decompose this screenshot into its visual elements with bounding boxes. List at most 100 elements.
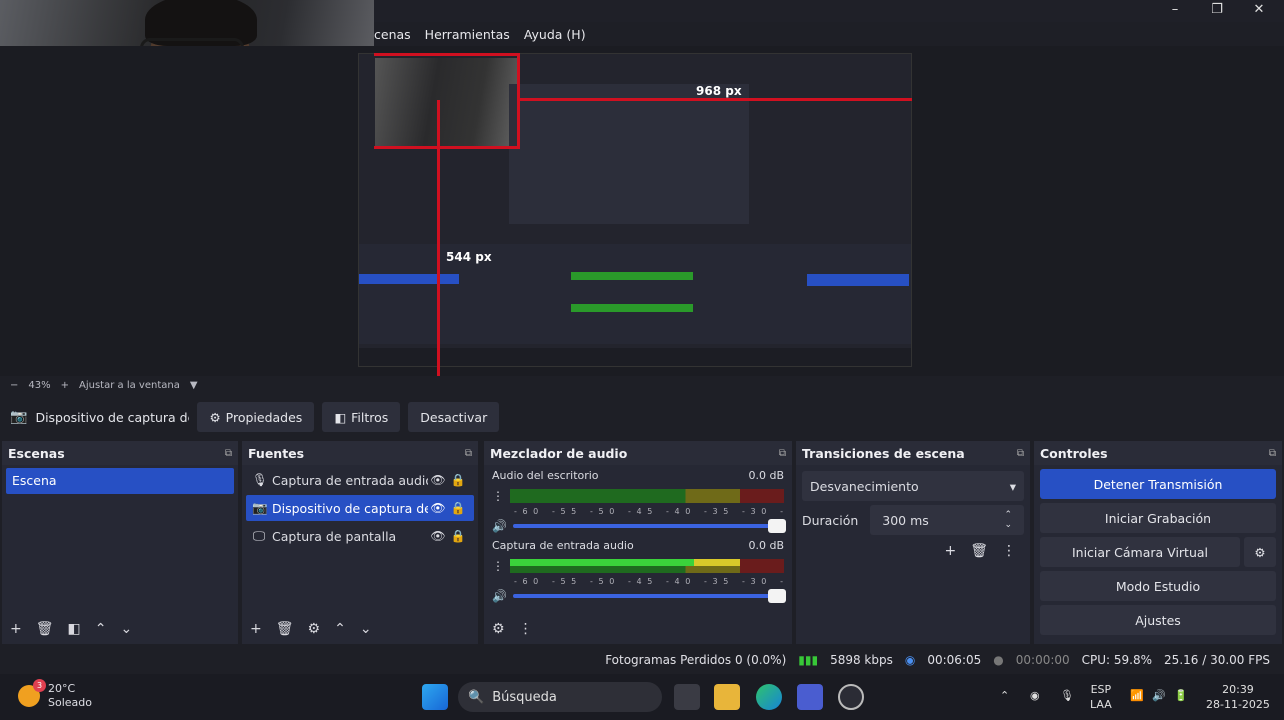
studio-mode-button[interactable]: Modo Estudio: [1040, 571, 1276, 601]
battery-icon[interactable]: 🔋: [1174, 688, 1188, 703]
weather-widget[interactable]: 3 20°C Soleado: [18, 679, 92, 710]
menu-bar: cenas Herramientas Ayuda (H): [374, 22, 586, 46]
menu-help[interactable]: Ayuda (H): [524, 27, 586, 42]
zoom-in-button[interactable]: +: [61, 380, 69, 391]
speaker-icon[interactable]: 🔊: [492, 589, 507, 603]
controls-dock: Controles ⧉ Detener Transmisión Iniciar …: [1034, 441, 1282, 644]
stop-stream-button[interactable]: Detener Transmisión: [1040, 469, 1276, 499]
gear-icon[interactable]: ⚙: [308, 621, 321, 637]
date: 28-11-2025: [1206, 698, 1270, 711]
undock-icon[interactable]: ⧉: [225, 448, 232, 459]
lock-icon[interactable]: 🔒: [448, 501, 468, 515]
virtual-camera-settings-button[interactable]: ⚙: [1244, 537, 1276, 567]
chevron-up-icon[interactable]: ⌃: [334, 621, 346, 637]
kebab-menu-icon[interactable]: ⋮: [519, 621, 533, 637]
mixer-channel-desktop: Audio del escritorio 0.0 dB ⋮ -60 -55 -5…: [492, 469, 786, 535]
meter-level: [510, 559, 741, 566]
windows-start-icon[interactable]: [422, 684, 448, 710]
guide-line-vertical: [437, 100, 440, 376]
file-explorer-icon[interactable]: [714, 684, 740, 710]
eye-icon[interactable]: 👁: [428, 473, 448, 487]
zoom-dropdown-button[interactable]: ▼: [190, 380, 198, 391]
sun-icon: 3: [18, 679, 46, 707]
chevron-up-icon[interactable]: ⌃: [95, 621, 107, 637]
cpu-usage: CPU: 59.8%: [1081, 653, 1153, 667]
source-item-video-capture[interactable]: 📷 Dispositivo de captura de v 👁 🔒: [246, 495, 474, 521]
scene-item[interactable]: Escena: [6, 468, 234, 494]
taskbar-search[interactable]: 🔍 Búsqueda: [458, 682, 662, 712]
wifi-icon[interactable]: 📶: [1130, 688, 1144, 703]
volume-slider[interactable]: [512, 519, 786, 533]
nested-webcam: [375, 58, 520, 148]
kebab-menu-icon[interactable]: ⋮: [1002, 543, 1016, 559]
filter-icon: ◧: [334, 409, 347, 425]
speaker-icon[interactable]: 🔊: [492, 519, 507, 533]
start-recording-button[interactable]: Iniciar Grabación: [1040, 503, 1276, 533]
trash-icon[interactable]: 🗑: [970, 543, 988, 559]
lock-icon[interactable]: 🔒: [448, 529, 468, 543]
store-icon[interactable]: [797, 684, 823, 710]
add-icon[interactable]: +: [944, 543, 956, 559]
guide-line-horizontal: [374, 146, 518, 149]
filters-button[interactable]: ◧ Filtros: [322, 402, 401, 432]
menu-scenes[interactable]: cenas: [374, 27, 411, 42]
zoom-out-button[interactable]: −: [10, 380, 18, 391]
language-indicator[interactable]: ESP LAA: [1090, 682, 1112, 712]
volume-slider[interactable]: [512, 589, 786, 603]
chevron-down-icon[interactable]: ⌄: [120, 621, 132, 637]
search-placeholder: Búsqueda: [492, 689, 557, 705]
settings-button[interactable]: Ajustes: [1040, 605, 1276, 635]
preview-canvas[interactable]: 968 px 544 px: [0, 46, 1284, 376]
source-name: Captura de entrada audio: [272, 472, 428, 488]
meter-scale: -60 -55 -50 -45 -40 -35 -30 -25 -20 -15 …: [514, 577, 784, 586]
filters-label: Filtros: [351, 409, 389, 425]
trash-icon[interactable]: 🗑: [276, 621, 294, 637]
advanced-audio-icon[interactable]: ⚙: [492, 621, 505, 637]
properties-button[interactable]: ⚙ Propiedades: [197, 402, 315, 432]
source-name: Captura de pantalla: [272, 528, 397, 544]
add-icon[interactable]: +: [250, 621, 262, 637]
minimize-button[interactable]: –: [1154, 0, 1196, 20]
add-icon[interactable]: +: [10, 621, 22, 637]
source-item-audio-input[interactable]: 🎙 Captura de entrada audio 👁 🔒: [246, 467, 474, 493]
obs-app-icon[interactable]: [838, 684, 864, 710]
undock-icon[interactable]: ⧉: [779, 448, 786, 459]
slider-knob[interactable]: [768, 519, 786, 533]
meter-scale: -60 -55 -50 -45 -40 -35 -30 -25 -20 -15 …: [514, 507, 784, 516]
task-view-icon[interactable]: [674, 684, 700, 710]
eye-icon[interactable]: 👁: [428, 529, 448, 543]
mic-tray-icon[interactable]: 🎙: [1060, 688, 1074, 703]
mixer-toolbar: ⚙ ⋮: [484, 614, 792, 644]
volume-icon[interactable]: 🔊: [1152, 688, 1166, 703]
restore-button[interactable]: ❐: [1196, 0, 1238, 20]
lock-icon[interactable]: 🔒: [448, 473, 468, 487]
virtual-camera-button[interactable]: Iniciar Cámara Virtual: [1040, 537, 1240, 567]
stepper-icon[interactable]: ⌃ ⌄: [1004, 510, 1012, 530]
scenes-header: Escenas ⧉: [2, 441, 238, 465]
fit-window-label: Ajustar a la ventana: [79, 379, 180, 391]
menu-tools[interactable]: Herramientas: [425, 27, 510, 42]
undock-icon[interactable]: ⧉: [1269, 448, 1276, 459]
mic-icon: 🎙: [252, 472, 268, 487]
source-item-screen-capture[interactable]: 🖵 Captura de pantalla 👁 🔒: [246, 523, 474, 549]
trash-icon[interactable]: 🗑: [36, 621, 54, 637]
kebab-menu-icon[interactable]: ⋮: [492, 489, 504, 503]
kebab-menu-icon[interactable]: ⋮: [492, 559, 504, 573]
transition-select[interactable]: Desvanecimiento ▾: [802, 471, 1024, 501]
edge-browser-icon[interactable]: [756, 684, 782, 710]
duration-spinbox[interactable]: 300 ms ⌃ ⌄: [870, 505, 1024, 535]
chevron-down-icon[interactable]: ⌄: [360, 621, 372, 637]
controls-header: Controles ⧉: [1034, 441, 1282, 465]
slider-knob[interactable]: [768, 589, 786, 603]
deactivate-button[interactable]: Desactivar: [408, 402, 500, 432]
undock-icon[interactable]: ⧉: [1017, 448, 1024, 459]
transitions-title: Transiciones de escena: [802, 445, 965, 461]
eye-icon[interactable]: 👁: [428, 501, 448, 515]
undock-icon[interactable]: ⧉: [465, 448, 472, 459]
clock[interactable]: 20:39 28-11-2025: [1206, 682, 1270, 712]
deactivate-label: Desactivar: [420, 409, 488, 425]
chevron-up-icon[interactable]: ⌃: [1000, 688, 1009, 703]
filter-icon[interactable]: ◧: [68, 621, 81, 637]
tray-app-icon[interactable]: ◉: [1030, 688, 1040, 703]
close-button[interactable]: ✕: [1238, 0, 1280, 20]
